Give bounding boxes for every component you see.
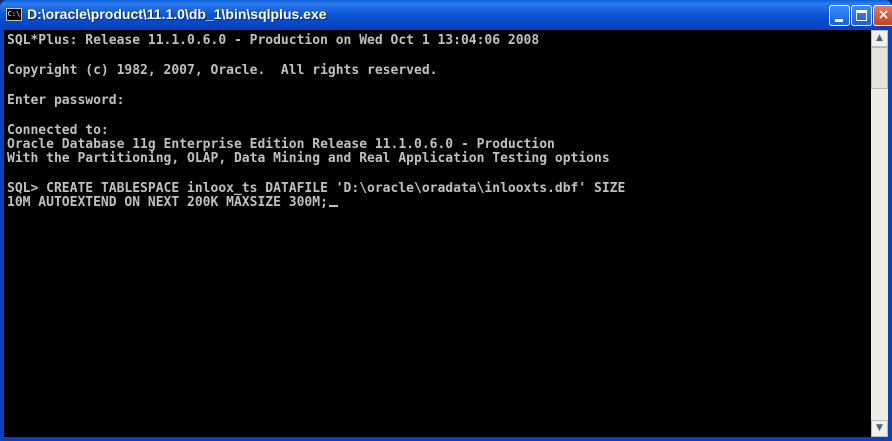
minimize-button[interactable] — [829, 5, 850, 26]
console-line-database: Oracle Database 11g Enterprise Edition R… — [7, 137, 555, 152]
maximize-icon — [856, 10, 867, 21]
scroll-up-button[interactable]: ▲ — [871, 30, 888, 47]
console-line-sql-command: SQL> CREATE TABLESPACE inloox_ts DATAFIL… — [7, 181, 626, 196]
vertical-scrollbar[interactable]: ▲ ▼ — [871, 30, 888, 437]
window-frame-right[interactable] — [888, 30, 892, 441]
console-app-icon[interactable]: C:\ — [6, 8, 22, 21]
window-frame-bottom[interactable] — [0, 437, 892, 441]
console-line-connected: Connected to: — [7, 123, 109, 138]
text-cursor — [328, 205, 338, 207]
scroll-down-button[interactable]: ▼ — [871, 420, 888, 437]
console-line-banner: SQL*Plus: Release 11.1.0.6.0 - Productio… — [7, 33, 540, 48]
console-output[interactable]: SQL*Plus: Release 11.1.0.6.0 - Productio… — [4, 30, 871, 437]
close-button[interactable]: × — [873, 5, 892, 26]
maximize-button[interactable] — [851, 5, 872, 26]
console-line-copyright: Copyright (c) 1982, 2007, Oracle. All ri… — [7, 63, 438, 78]
window-title: D:\oracle\product\11.1.0\db_1\bin\sqlplu… — [27, 6, 327, 22]
title-bar[interactable]: C:\ D:\oracle\product\11.1.0\db_1\bin\sq… — [0, 0, 892, 30]
console-input-text: 10M AUTOEXTEND ON NEXT 200K MAXSIZE 300M… — [7, 195, 328, 210]
console-window: C:\ D:\oracle\product\11.1.0\db_1\bin\sq… — [0, 0, 892, 441]
scrollbar-thumb[interactable] — [871, 47, 888, 89]
console-line-sql-continuation[interactable]: 10M AUTOEXTEND ON NEXT 200K MAXSIZE 300M… — [7, 196, 338, 210]
minimize-icon — [835, 19, 843, 22]
console-line-options: With the Partitioning, OLAP, Data Mining… — [7, 151, 610, 166]
console-line-password-prompt: Enter password: — [7, 93, 125, 108]
arrow-down-icon: ▼ — [876, 423, 883, 433]
arrow-up-icon: ▲ — [876, 33, 883, 43]
close-icon: × — [877, 7, 890, 23]
